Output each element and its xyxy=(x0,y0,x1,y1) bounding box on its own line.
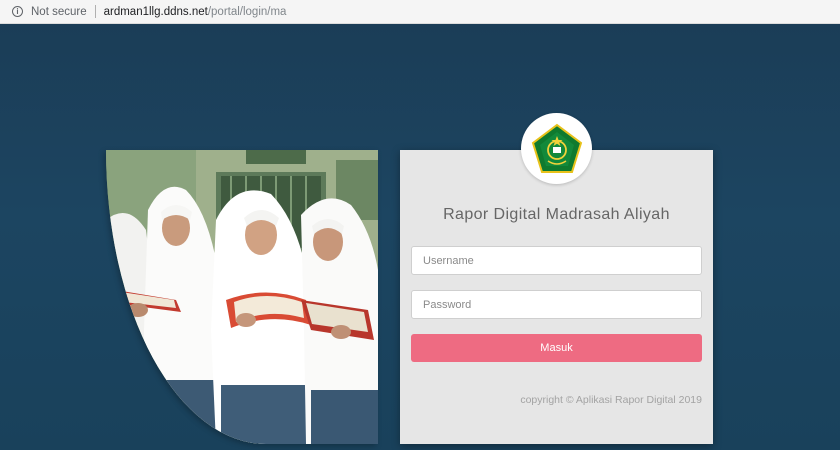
url-path[interactable]: /portal/login/ma xyxy=(208,6,287,18)
address-bar[interactable]: i Not secure ardman1llg.ddns.net/portal/… xyxy=(0,0,840,24)
copyright-text: copyright © Aplikasi Rapor Digital 2019 xyxy=(520,394,702,406)
app-title: Rapor Digital Madrasah Aliyah xyxy=(443,206,670,223)
username-input[interactable] xyxy=(411,246,702,275)
security-label[interactable]: Not secure xyxy=(31,6,87,18)
url-host[interactable]: ardman1llg.ddns.net xyxy=(104,6,208,18)
info-icon[interactable]: i xyxy=(12,6,23,17)
login-card: Rapor Digital Madrasah Aliyah Masuk copy… xyxy=(400,113,713,444)
kemenag-logo-icon xyxy=(521,113,592,184)
students-photo xyxy=(106,150,378,444)
password-input[interactable] xyxy=(411,290,702,319)
login-page: Rapor Digital Madrasah Aliyah Masuk copy… xyxy=(0,24,840,450)
address-separator xyxy=(94,5,96,18)
login-button[interactable]: Masuk xyxy=(411,334,702,362)
